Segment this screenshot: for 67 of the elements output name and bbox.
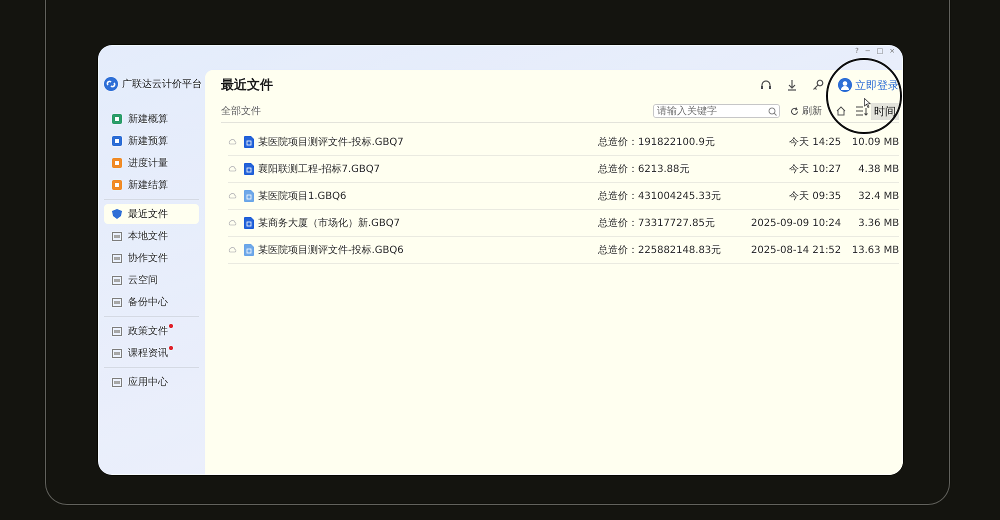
sidebar-item[interactable]: 应用中心 (104, 372, 199, 392)
search-field[interactable]: 请输入关键字 (653, 104, 780, 118)
file-time: 今天 09:35 (788, 190, 842, 203)
file-price: 总造价：6213.88元 (598, 162, 690, 176)
file-row[interactable]: 某医院项目1.GBQ6 总造价：431004245.33元 今天 09:35 32.4 MB (228, 183, 900, 210)
refresh-icon (790, 106, 800, 116)
file-row[interactable]: 某医院项目测评文件-投标.GBQ7 总造价：191822100.9元 今天 14:25 10.09 MB (228, 129, 900, 156)
folder-icon (112, 297, 122, 307)
avatar-icon[interactable] (838, 78, 852, 92)
cloud-icon (228, 165, 237, 173)
download-icon[interactable] (786, 79, 798, 91)
file-name: 某医院项目测评文件-投标.GBQ7 (258, 136, 405, 149)
logo-icon (104, 77, 118, 91)
file-price: 总造价：431004245.33元 (598, 190, 722, 203)
cloud-icon (228, 219, 237, 227)
folder-icon (112, 231, 122, 241)
sidebar-item[interactable]: 课程资讯 (104, 343, 199, 363)
sort-icon[interactable] (856, 106, 868, 116)
file-price: 总造价：73317727.85元 (598, 216, 716, 230)
sort-button[interactable]: 时间 (871, 102, 900, 120)
file-size: 3.36 MB (857, 218, 900, 228)
search-icon[interactable] (768, 106, 778, 116)
file-time: 今天 10:27 (788, 163, 842, 176)
cursor-icon (864, 98, 871, 108)
breadcrumb[interactable]: 全部文件 (221, 104, 261, 118)
file-row[interactable]: 某医院项目测评文件-投标.GBQ6 总造价：225882148.83元 2025-08-14 21:52 13.63 MB (228, 237, 900, 264)
folder-icon (112, 253, 122, 263)
file-price: 总造价：191822100.9元 (598, 136, 716, 149)
file-row[interactable]: 襄阳联测工程-招标7.GBQ7 总造价：6213.88元 今天 10:27 4.38 MB (228, 156, 900, 183)
headset-icon[interactable] (760, 79, 772, 91)
file-size: 13.63 MB (850, 244, 900, 256)
sidebar-item[interactable]: 最近文件 (104, 204, 199, 224)
folder-icon (112, 275, 122, 285)
key-icon[interactable] (812, 79, 824, 91)
file-size: 32.4 MB (857, 190, 900, 202)
file-time: 2025-08-14 21:52 (750, 244, 842, 256)
sidebar-item[interactable]: 新建结算 (104, 175, 199, 195)
file-size: 4.38 MB (857, 164, 900, 174)
file-price: 总造价：225882148.83元 (598, 244, 722, 257)
sidebar-item[interactable]: 备份中心 (104, 292, 199, 312)
file-time: 2025-09-09 10:24 (750, 218, 842, 228)
file-row[interactable]: 某商务大厦（市场化）新.GBQ7 总造价：73317727.85元 2025-09-09 10:24 3.36 MB (228, 210, 900, 237)
sidebar-item[interactable]: 政策文件 (104, 321, 199, 341)
file-name: 某商务大厦（市场化）新.GBQ7 (258, 216, 402, 230)
file-name: 某医院项目1.GBQ6 (258, 190, 348, 203)
page-title: 最近文件 (221, 76, 273, 94)
file-name: 某医院项目测评文件-投标.GBQ6 (258, 244, 405, 257)
cloud-icon (228, 246, 237, 254)
file-name: 襄阳联测工程-招标7.GBQ7 (258, 162, 381, 176)
file-time: 今天 14:25 (788, 136, 842, 149)
cloud-icon (228, 192, 237, 200)
login-link[interactable]: 立即登录 (855, 78, 900, 92)
app-name: 广联达云计价平台 (122, 78, 202, 91)
home-icon[interactable] (836, 106, 846, 116)
folder-icon (112, 348, 122, 358)
sidebar-item[interactable]: 协作文件 (104, 248, 199, 268)
sidebar-item[interactable]: 本地文件 (104, 226, 199, 246)
sidebar-item[interactable]: 新建概算 (104, 109, 199, 129)
file-size: 10.09 MB (850, 136, 900, 148)
cloud-icon (228, 138, 237, 146)
sidebar-item[interactable]: 云空间 (104, 270, 199, 290)
shield-icon (112, 209, 122, 219)
sidebar-item[interactable]: 新建预算 (104, 131, 199, 151)
folder-icon (112, 326, 122, 336)
refresh-button[interactable]: 刷新 (790, 104, 822, 118)
sidebar-item[interactable]: 进度计量 (104, 153, 199, 173)
folder-icon (112, 377, 122, 387)
